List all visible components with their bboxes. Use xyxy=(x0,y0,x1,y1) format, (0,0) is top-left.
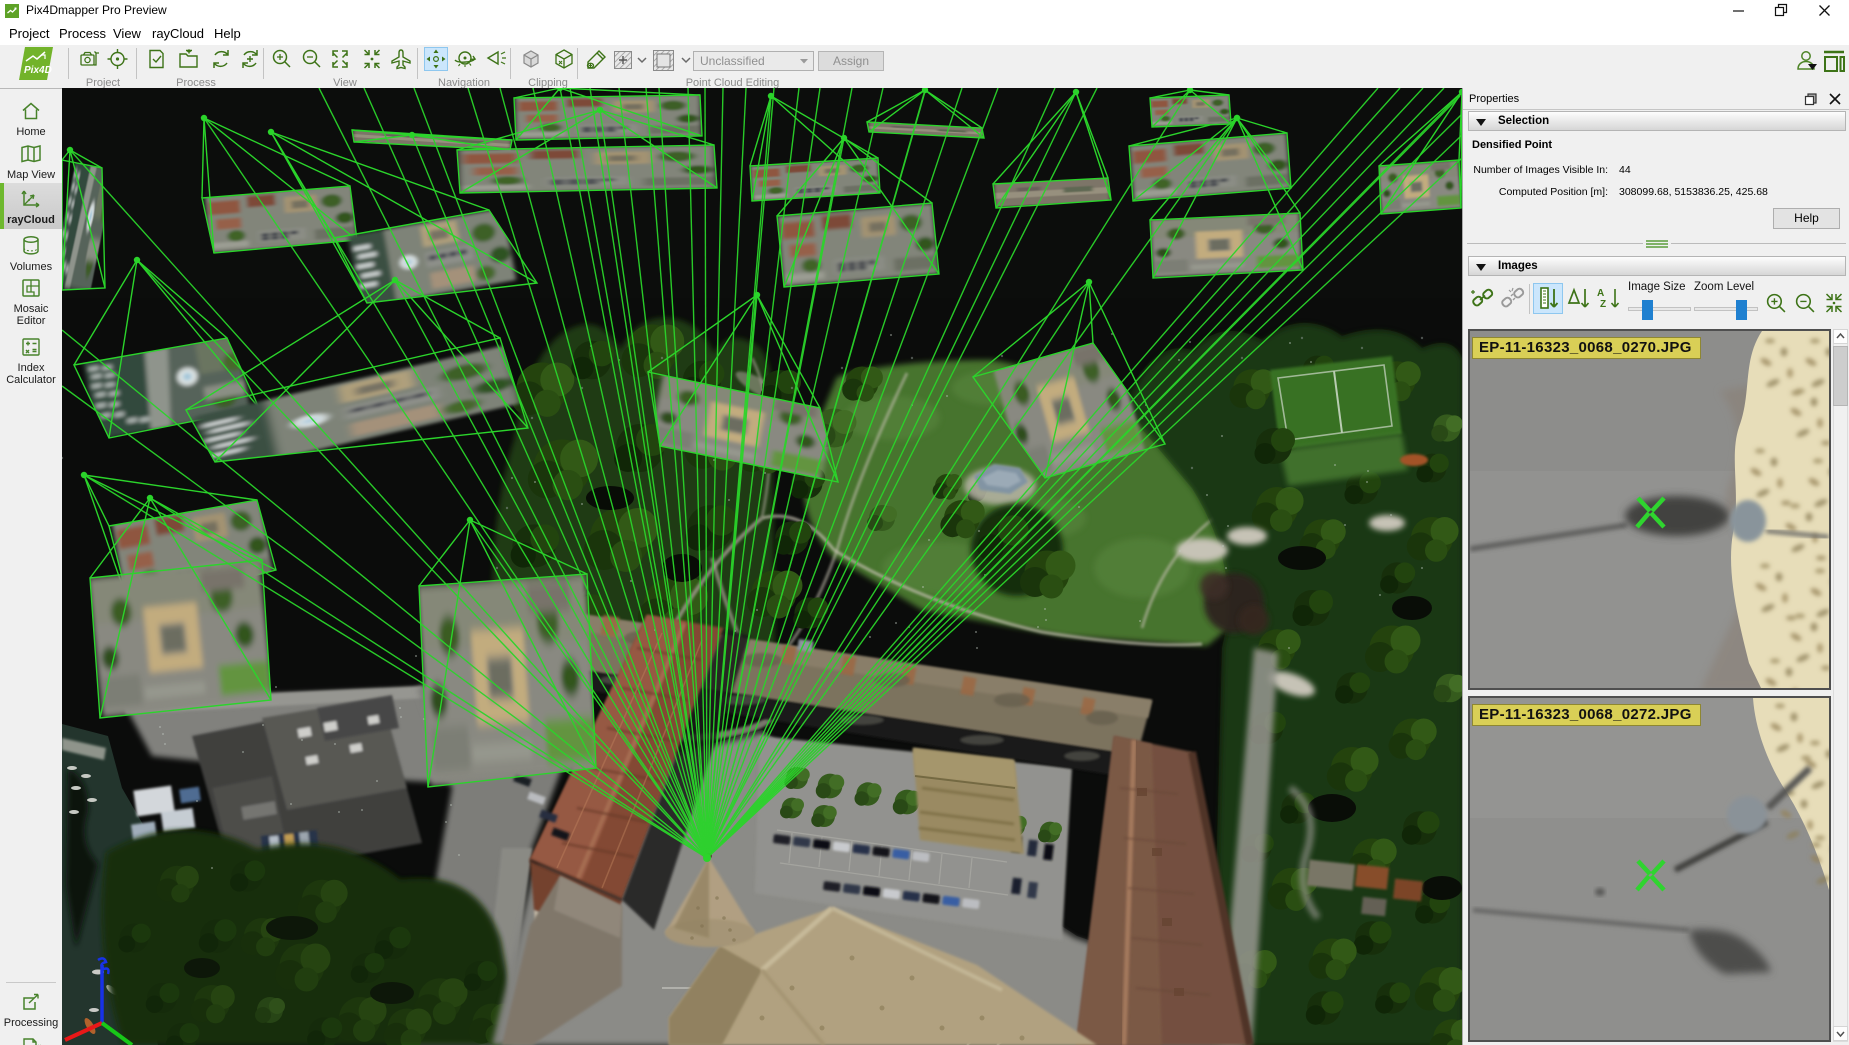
svg-text:Z: Z xyxy=(1600,299,1606,310)
svg-text:Pix4D: Pix4D xyxy=(24,65,52,76)
svg-text:A: A xyxy=(1597,288,1604,299)
